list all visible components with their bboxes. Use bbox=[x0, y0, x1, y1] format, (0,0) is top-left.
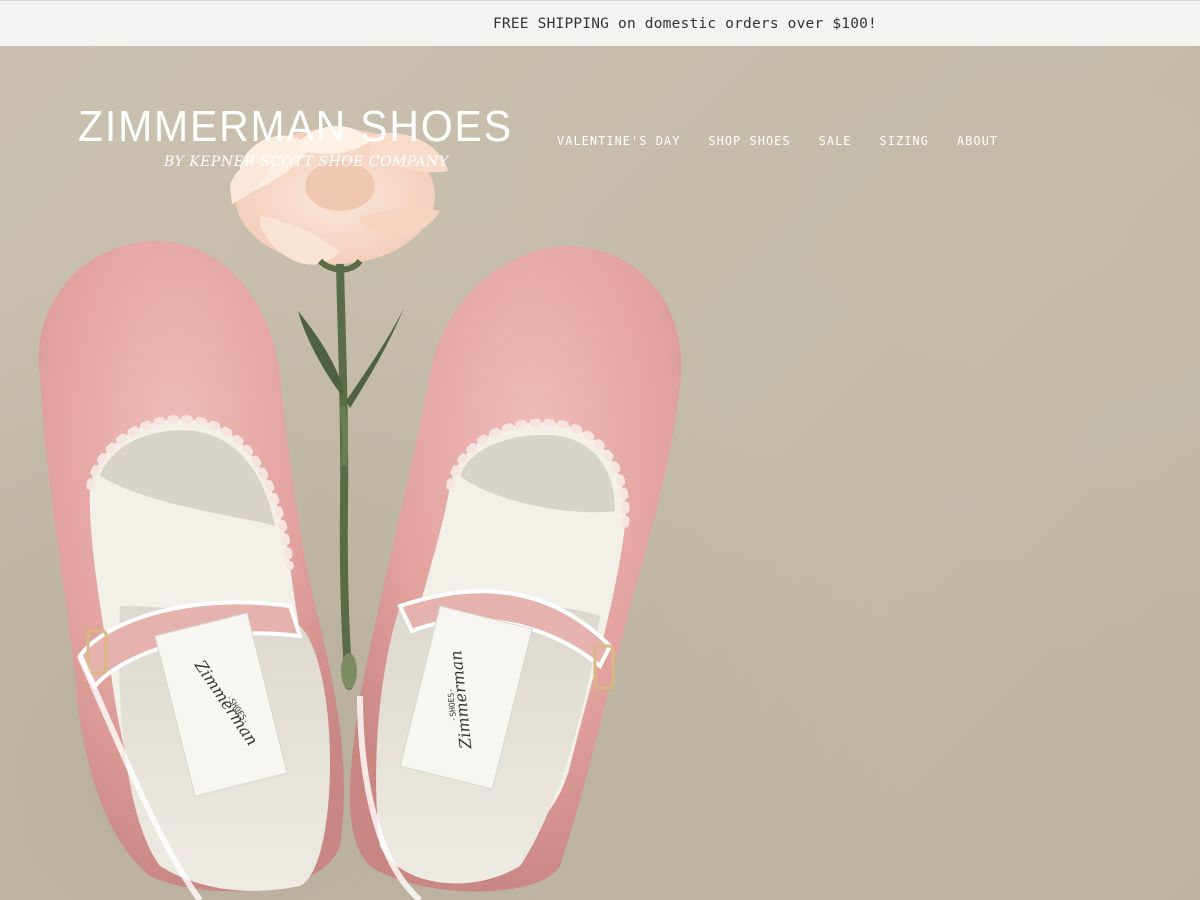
main-nav: VALENTINE'S DAY SHOP SHOES SALE SIZING A… bbox=[557, 134, 1026, 148]
logo-subtitle: BY KEPNER SCOTT SHOE COMPANY bbox=[164, 154, 449, 170]
right-shoe: Zimmerman -SHOES- bbox=[350, 246, 682, 900]
logo-title: ZIMMERMAN SHOES bbox=[78, 102, 513, 151]
announcement-text: FREE SHIPPING on domestic orders over $1… bbox=[493, 15, 877, 32]
nav-sizing[interactable]: SIZING bbox=[880, 134, 929, 148]
nav-shop-shoes[interactable]: SHOP SHOES bbox=[708, 134, 790, 148]
nav-about[interactable]: ABOUT bbox=[957, 134, 998, 148]
nav-sale[interactable]: SALE bbox=[819, 134, 852, 148]
announcement-bar: FREE SHIPPING on domestic orders over $1… bbox=[0, 0, 1200, 46]
nav-valentines-day[interactable]: VALENTINE'S DAY bbox=[557, 134, 680, 148]
left-shoe: Zimmerman -SHOES- bbox=[38, 240, 344, 900]
site-logo[interactable]: ZIMMERMAN SHOES BY KEPNER SCOTT SHOE COM… bbox=[78, 102, 513, 184]
hero-image: Zimmerman -SHOES- Zimmerman -SHOES- ZIMM… bbox=[0, 46, 1200, 900]
